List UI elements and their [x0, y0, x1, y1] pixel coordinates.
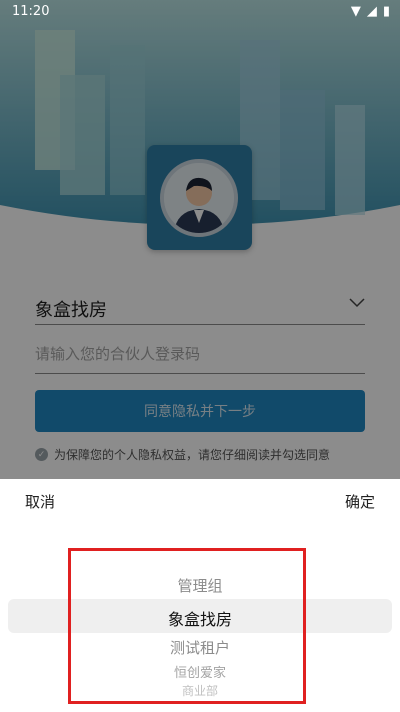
- confirm-button[interactable]: 确定: [345, 491, 375, 512]
- status-time: 11:20: [12, 4, 50, 19]
- battery-icon: ▮: [382, 4, 390, 19]
- signal-icon: ◢: [366, 4, 377, 19]
- status-bar: 11:20 ▼ ◢ ▮: [0, 0, 400, 24]
- highlight-box: [68, 548, 306, 704]
- wifi-icon: ▼: [350, 4, 361, 19]
- cancel-button[interactable]: 取消: [25, 491, 55, 512]
